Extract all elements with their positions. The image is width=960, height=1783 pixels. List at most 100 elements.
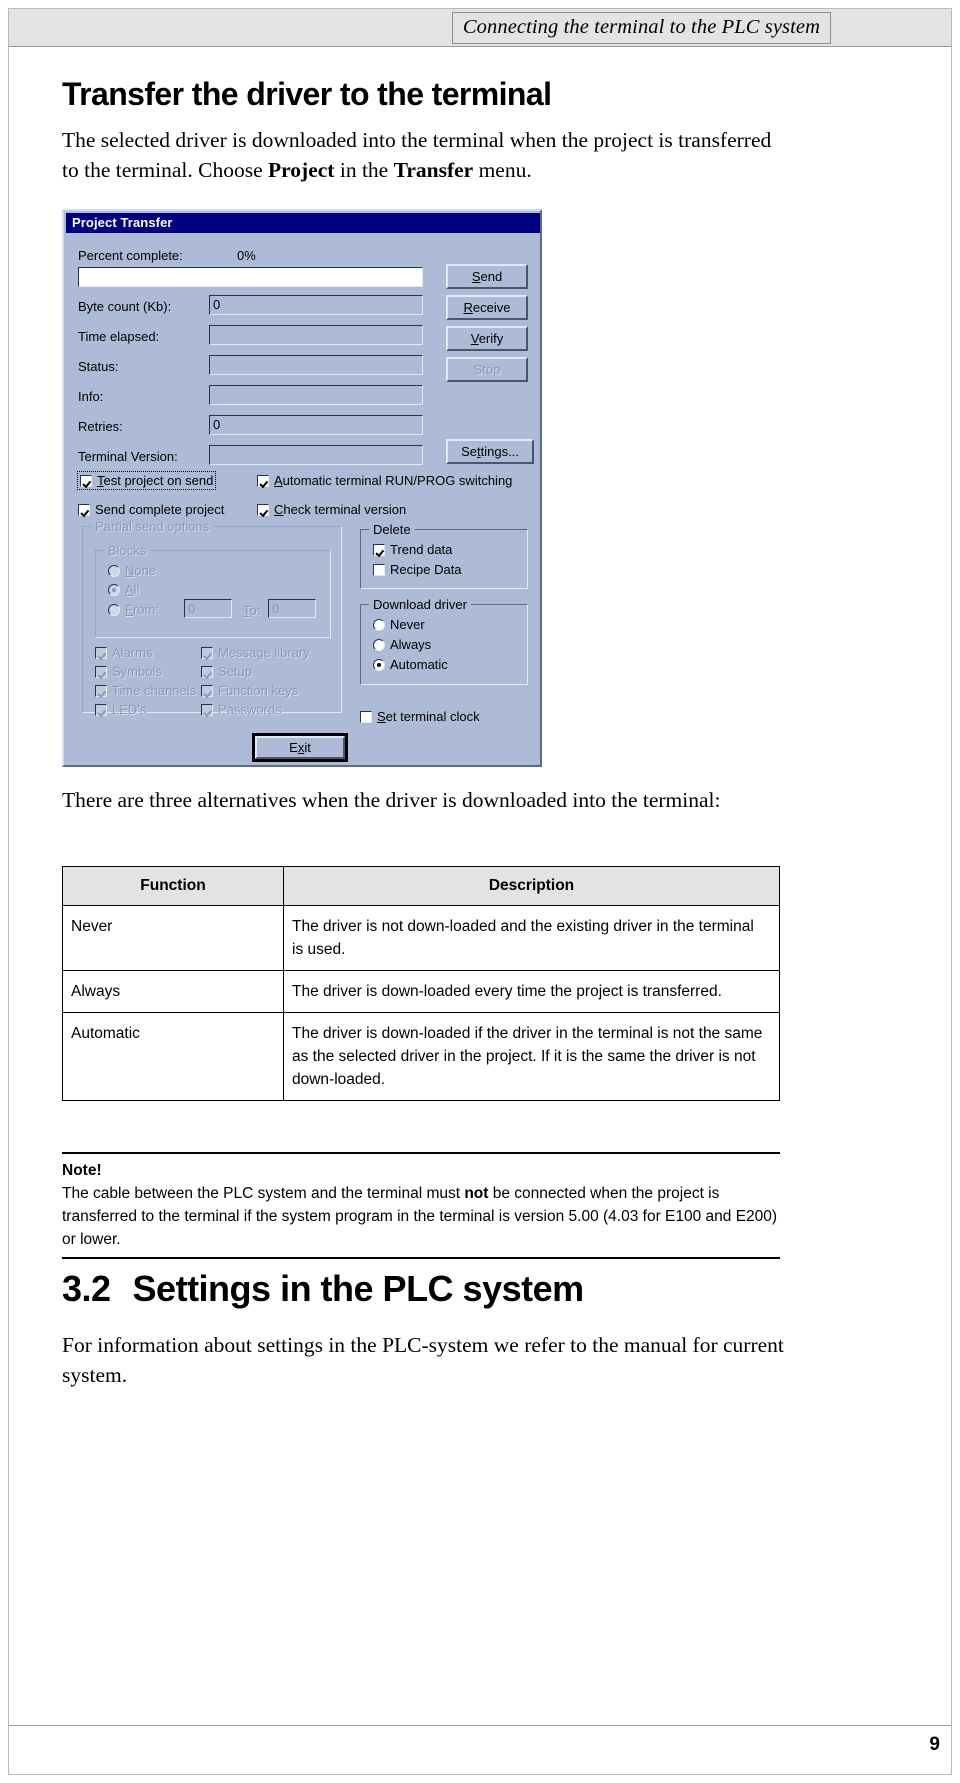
alternatives-table: Function Description Never The driver is… xyxy=(62,866,780,1101)
checkbox-box xyxy=(360,711,372,723)
note-title: Note! xyxy=(62,1162,102,1179)
running-head-text: Connecting the terminal to the PLC syste… xyxy=(451,12,831,44)
note-rule-bottom xyxy=(62,1257,780,1259)
test-project-on-send-checkbox[interactable]: Test project on send xyxy=(76,471,217,490)
radio-circle xyxy=(373,659,385,671)
blocks-none-radio[interactable]: None xyxy=(108,563,156,578)
radio-circle xyxy=(108,584,120,596)
set-terminal-clock-checkbox[interactable]: Set terminal clock xyxy=(360,709,480,724)
download-always-radio[interactable]: Always xyxy=(373,637,431,652)
leds-checkbox[interactable]: LED's xyxy=(95,702,146,717)
footer-rule xyxy=(9,1725,951,1726)
verify-accel: V xyxy=(470,331,479,346)
table-cell-description: The driver is down-loaded every time the… xyxy=(283,970,780,1013)
download-driver-group: Download driver Never Always Automatic xyxy=(360,597,528,685)
percent-complete-value: 0% xyxy=(237,248,256,263)
automatic-run-prog-checkbox[interactable]: Automatic terminal RUN/PROG switching xyxy=(257,473,512,488)
table-cell-function: Always xyxy=(62,970,284,1013)
blocks-all-accel: A xyxy=(125,582,134,597)
setup-checkbox[interactable]: Setup xyxy=(201,664,252,679)
download-automatic-radio[interactable]: Automatic xyxy=(373,657,448,672)
partial-send-options-title: Partial send options xyxy=(91,519,214,534)
delete-group-title: Delete xyxy=(369,522,415,537)
info-field xyxy=(209,385,423,405)
passwords-label: Passwords xyxy=(218,702,282,717)
radio-circle xyxy=(373,639,385,651)
leds-label: LED's xyxy=(112,702,147,717)
checkbox-box xyxy=(201,685,213,697)
page-number: 9 xyxy=(929,1734,940,1755)
set-terminal-clock-accel: S xyxy=(377,709,386,724)
settings-button[interactable]: Settings... xyxy=(446,439,534,464)
note-text-1: The cable between the PLC system and the… xyxy=(62,1185,465,1202)
checkbox-box xyxy=(201,647,213,659)
running-header: Connecting the terminal to the PLC syste… xyxy=(9,9,951,47)
blocks-none-label: one xyxy=(134,563,157,578)
passwords-checkbox[interactable]: Passwords xyxy=(201,702,282,717)
setup-label: Setup xyxy=(218,664,252,679)
table-header-function: Function xyxy=(62,866,284,906)
intro-bold-transfer: Transfer xyxy=(393,158,474,182)
section-title: Settings in the PLC system xyxy=(132,1268,585,1309)
check-terminal-version-checkbox[interactable]: Check terminal version xyxy=(257,502,406,517)
exit-button[interactable]: Exit xyxy=(252,733,348,762)
blocks-to-input[interactable]: 0 xyxy=(268,599,316,618)
checkbox-box xyxy=(80,475,92,487)
intro-bold-project: Project xyxy=(268,158,335,182)
time-channels-checkbox[interactable]: Time channels xyxy=(95,683,196,698)
intro-paragraph: The selected driver is downloaded into t… xyxy=(62,125,782,185)
download-driver-group-title: Download driver xyxy=(369,597,471,612)
symbols-checkbox[interactable]: Symbols xyxy=(95,664,162,679)
partial-send-options-group: Partial send options Blocks None All Fro… xyxy=(82,519,342,717)
download-automatic-label: Automatic xyxy=(390,657,448,672)
byte-count-label: Byte count (Kb): xyxy=(78,299,172,314)
message-library-label: Message library xyxy=(218,645,310,660)
byte-count-field: 0 xyxy=(209,295,423,315)
blocks-all-label: ll xyxy=(133,582,140,597)
send-complete-project-label: Send complete project xyxy=(95,502,225,517)
exit-inner: Exit xyxy=(255,736,345,759)
blocks-none-accel: N xyxy=(125,563,135,578)
stop-button[interactable]: Stop xyxy=(446,357,528,382)
blocks-from-radio[interactable]: From: xyxy=(108,602,159,617)
send-label: end xyxy=(480,269,503,284)
alarms-checkbox[interactable]: Alarms xyxy=(95,645,152,660)
table-cell-description: The driver is down-loaded if the driver … xyxy=(283,1012,780,1101)
message-library-checkbox[interactable]: Message library xyxy=(201,645,310,660)
send-complete-project-checkbox[interactable]: Send complete project xyxy=(78,502,224,517)
trend-data-checkbox[interactable]: Trend data xyxy=(373,542,452,557)
table-row: Automatic The driver is down-loaded if t… xyxy=(62,1012,780,1101)
send-button[interactable]: Send xyxy=(446,264,528,289)
intro-text-2: in the xyxy=(334,158,394,182)
blocks-from-input[interactable]: 0 xyxy=(184,599,232,618)
time-elapsed-field xyxy=(209,325,423,345)
receive-button[interactable]: Receive xyxy=(446,295,528,320)
check-terminal-version-accel: C xyxy=(274,502,284,517)
function-keys-checkbox[interactable]: Function keys xyxy=(201,683,298,698)
download-never-radio[interactable]: Never xyxy=(373,617,425,632)
delete-group: Delete Trend data Recipe Data xyxy=(360,522,528,589)
trend-data-label: Trend data xyxy=(390,542,453,557)
checkbox-box xyxy=(95,666,107,678)
checkbox-box xyxy=(373,544,385,556)
section-heading: 3.2 Settings in the PLC system xyxy=(62,1268,584,1310)
checkbox-box xyxy=(201,666,213,678)
note-block: Note! The cable between the PLC system a… xyxy=(62,1152,780,1259)
blocks-group-title: Blocks xyxy=(104,543,151,558)
status-label: Status: xyxy=(78,359,119,374)
section-body: For information about settings in the PL… xyxy=(62,1333,784,1387)
recipe-data-checkbox[interactable]: Recipe Data xyxy=(373,562,462,577)
note-text: The cable between the PLC system and the… xyxy=(62,1182,780,1251)
test-project-label: est project on send xyxy=(103,473,214,488)
time-elapsed-label: Time elapsed: xyxy=(78,329,160,344)
blocks-to-label: To: xyxy=(243,603,261,618)
note-rule-top xyxy=(62,1152,780,1154)
download-never-label: Never xyxy=(390,617,425,632)
download-always-label: Always xyxy=(390,637,432,652)
table-header-description: Description xyxy=(283,866,780,906)
verify-button[interactable]: Verify xyxy=(446,326,528,351)
blocks-from-accel: F xyxy=(125,602,133,617)
blocks-all-radio[interactable]: All xyxy=(108,582,139,597)
page-title: Transfer the driver to the terminal xyxy=(62,76,552,112)
automatic-run-prog-accel: A xyxy=(274,473,283,488)
